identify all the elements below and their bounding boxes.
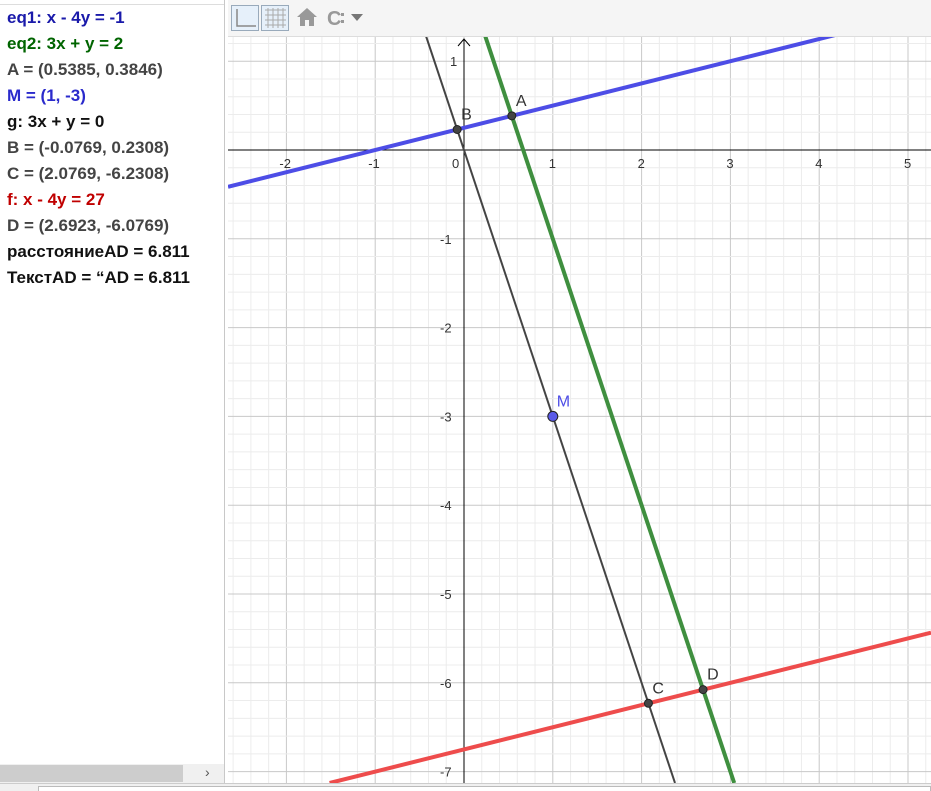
y-tick-label: -3 (440, 409, 452, 424)
coordinate-plane[interactable]: -2 -1 0 1 2 3 4 5 1 -1 -2 -3 -4 -5 -6 -7 A B C D M (228, 0, 931, 783)
algebra-item[interactable]: расстояниеAD = 6.811 (7, 242, 190, 262)
line-eq1[interactable] (228, 9, 931, 189)
point-B[interactable] (452, 125, 462, 135)
svg-text:C: C (327, 8, 341, 29)
algebra-item[interactable]: C = (2.0769, -6.2308) (7, 164, 169, 184)
y-tick-label: -6 (440, 676, 452, 691)
x-tick-label: 5 (904, 156, 911, 171)
point-label-M: M (557, 393, 570, 410)
point-capture-icon[interactable]: C (326, 5, 366, 31)
algebra-item[interactable]: eq1: x - 4y = -1 (7, 8, 125, 28)
home-icon[interactable] (294, 5, 322, 31)
point-A[interactable] (507, 111, 517, 121)
graphics-style-bar: C (228, 0, 931, 37)
algebra-header (0, 0, 224, 5)
graphics-view[interactable]: -2 -1 0 1 2 3 4 5 1 -1 -2 -3 -4 -5 -6 -7 A B C D M (228, 0, 931, 783)
y-tick-label: -4 (440, 498, 452, 513)
y-tick-label: -2 (440, 321, 452, 336)
y-tick-label: -1 (440, 232, 452, 247)
algebra-item[interactable]: D = (2.6923, -6.0769) (7, 216, 169, 236)
y-tick-label: -7 (440, 765, 452, 780)
line-g[interactable] (413, 0, 676, 783)
scroll-right-icon[interactable]: › (205, 764, 210, 780)
horizontal-scrollbar[interactable]: › (0, 764, 224, 783)
point-label-D: D (707, 667, 719, 684)
x-tick-label: 2 (638, 156, 645, 171)
point-label-C: C (652, 680, 664, 697)
algebra-item[interactable]: ТекстAD = “AD = 6.811 (7, 268, 190, 288)
x-tick-label: 3 (726, 156, 733, 171)
dropdown-arrow-icon[interactable] (351, 14, 363, 21)
point-label-A: A (516, 93, 527, 110)
x-tick-label: 0 (452, 156, 459, 171)
point-D[interactable] (698, 685, 708, 695)
input-bar (0, 783, 931, 791)
y-tick-label: -5 (440, 587, 452, 602)
grid-toggle-icon[interactable] (261, 5, 289, 31)
x-tick-label: 4 (815, 156, 822, 171)
point-M[interactable] (547, 410, 559, 422)
algebra-item[interactable]: eq2: 3x + y = 2 (7, 34, 123, 54)
algebra-item[interactable]: B = (-0.0769, 0.2308) (7, 138, 169, 158)
input-field[interactable] (38, 786, 931, 791)
x-tick-label: -2 (279, 156, 291, 171)
y-tick-label: 1 (450, 54, 457, 69)
x-tick-label: -1 (368, 156, 380, 171)
point-C[interactable] (643, 698, 653, 708)
scrollbar-thumb[interactable] (0, 765, 183, 782)
line-f[interactable] (329, 630, 931, 783)
algebra-view: eq1: x - 4y = -1 eq2: 3x + y = 2 A = (0.53… (0, 0, 225, 783)
axes-toggle-icon[interactable] (231, 5, 259, 31)
algebra-item[interactable]: g: 3x + y = 0 (7, 112, 104, 132)
algebra-item[interactable]: M = (1, -3) (7, 86, 86, 106)
algebra-item[interactable]: f: x - 4y = 27 (7, 190, 105, 210)
x-tick-label: 1 (549, 156, 556, 171)
algebra-item[interactable]: A = (0.5385, 0.3846) (7, 60, 163, 80)
point-label-B: B (461, 107, 472, 124)
